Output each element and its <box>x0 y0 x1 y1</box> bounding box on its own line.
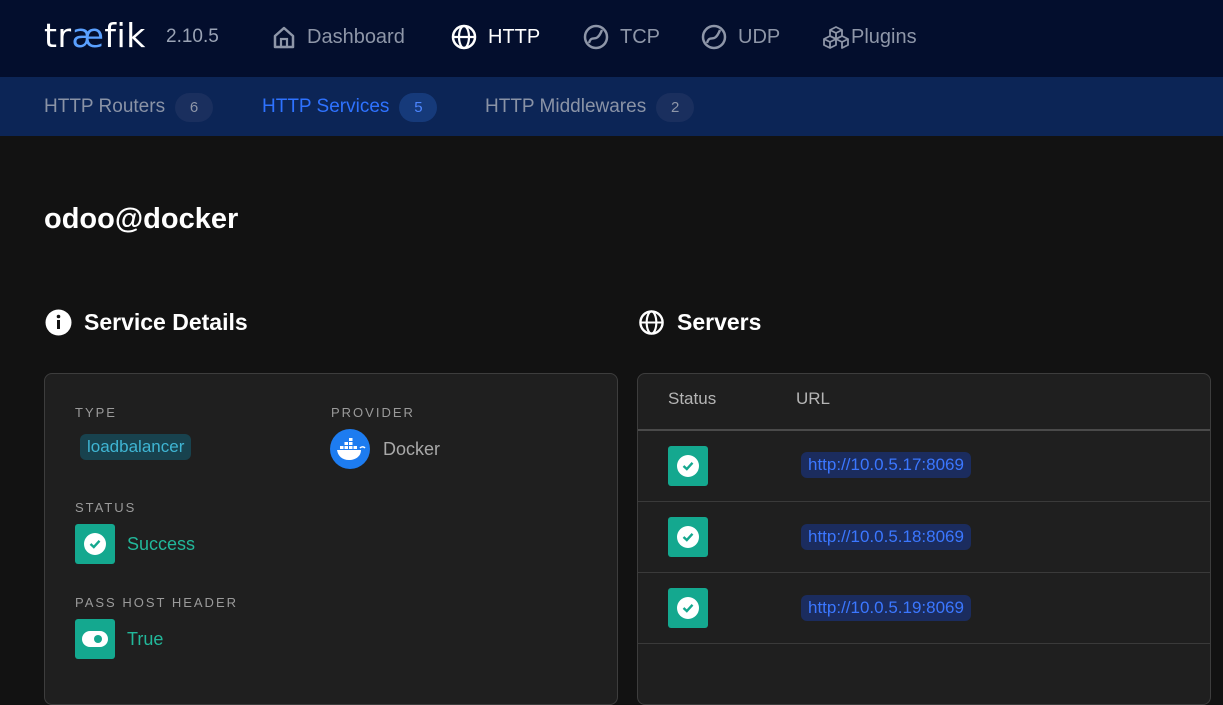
version-label: 2.10.5 <box>166 26 219 47</box>
nav-plugins[interactable]: Plugins <box>823 22 917 52</box>
server-url-link[interactable]: http://10.0.5.17:8069 <box>801 452 971 478</box>
services-count-badge: 5 <box>399 92 438 122</box>
nav-udp[interactable]: UDP <box>700 22 780 52</box>
home-icon <box>273 26 295 49</box>
server-status-indicator <box>668 588 708 628</box>
servers-title: Servers <box>677 309 762 335</box>
server-url-link[interactable]: http://10.0.5.19:8069 <box>801 595 971 621</box>
url-column-header: URL <box>796 389 831 408</box>
nav-tcp-label: TCP <box>620 25 660 48</box>
tcp-icon <box>583 24 609 50</box>
tab-http-services-label: HTTP Services <box>262 96 390 117</box>
status-column-header: Status <box>668 389 717 408</box>
tab-http-services[interactable]: HTTP Services 5 <box>262 92 438 122</box>
server-url-link[interactable]: http://10.0.5.18:8069 <box>801 524 971 550</box>
status-indicator <box>75 524 115 564</box>
nav-http[interactable]: HTTP <box>450 22 540 52</box>
status-label: STATUS <box>75 500 137 515</box>
service-details-title: Service Details <box>84 309 248 335</box>
routers-count-badge: 6 <box>175 92 214 122</box>
row-divider <box>638 501 1210 502</box>
udp-icon <box>701 24 727 50</box>
nav-http-label: HTTP <box>488 25 541 48</box>
type-label: TYPE <box>75 405 117 420</box>
status-value: Success <box>127 534 196 554</box>
nav-plugins-label: Plugins <box>851 25 917 48</box>
globe-icon <box>639 310 664 335</box>
server-status-indicator <box>668 517 708 557</box>
traefik-logo[interactable]: træfik <box>44 16 146 55</box>
provider-value: Docker <box>383 439 441 459</box>
row-divider <box>638 643 1210 644</box>
service-details-heading: Service Details <box>45 309 248 336</box>
server-status-indicator <box>668 446 708 486</box>
nav-udp-label: UDP <box>738 25 781 48</box>
nav-dashboard-label: Dashboard <box>307 25 405 48</box>
tab-http-routers-label: HTTP Routers <box>44 96 166 117</box>
servers-heading: Servers <box>638 309 761 336</box>
header-divider <box>638 429 1210 431</box>
check-icon <box>89 539 101 549</box>
docker-icon <box>330 429 370 469</box>
type-chip: loadbalancer <box>80 434 192 460</box>
middlewares-count-badge: 2 <box>656 92 695 122</box>
tab-http-routers[interactable]: HTTP Routers 6 <box>44 92 214 122</box>
check-icon <box>682 603 694 613</box>
tab-http-middlewares-label: HTTP Middlewares <box>485 96 647 117</box>
nav-tcp[interactable]: TCP <box>582 22 660 52</box>
check-icon <box>682 461 694 471</box>
pass-host-header-indicator <box>75 619 115 659</box>
pass-host-header-value: True <box>127 629 164 649</box>
info-icon <box>45 309 72 336</box>
check-icon <box>682 532 694 542</box>
row-divider <box>638 572 1210 573</box>
nav-dashboard[interactable]: Dashboard <box>271 22 405 52</box>
tab-http-middlewares[interactable]: HTTP Middlewares 2 <box>485 92 695 122</box>
provider-label: PROVIDER <box>331 405 415 420</box>
pass-host-header-label: PASS HOST HEADER <box>75 595 238 610</box>
globe-icon <box>451 24 477 50</box>
plugins-icon <box>823 26 849 49</box>
page-title: odoo@docker <box>44 203 239 235</box>
toggle-icon <box>82 631 108 647</box>
